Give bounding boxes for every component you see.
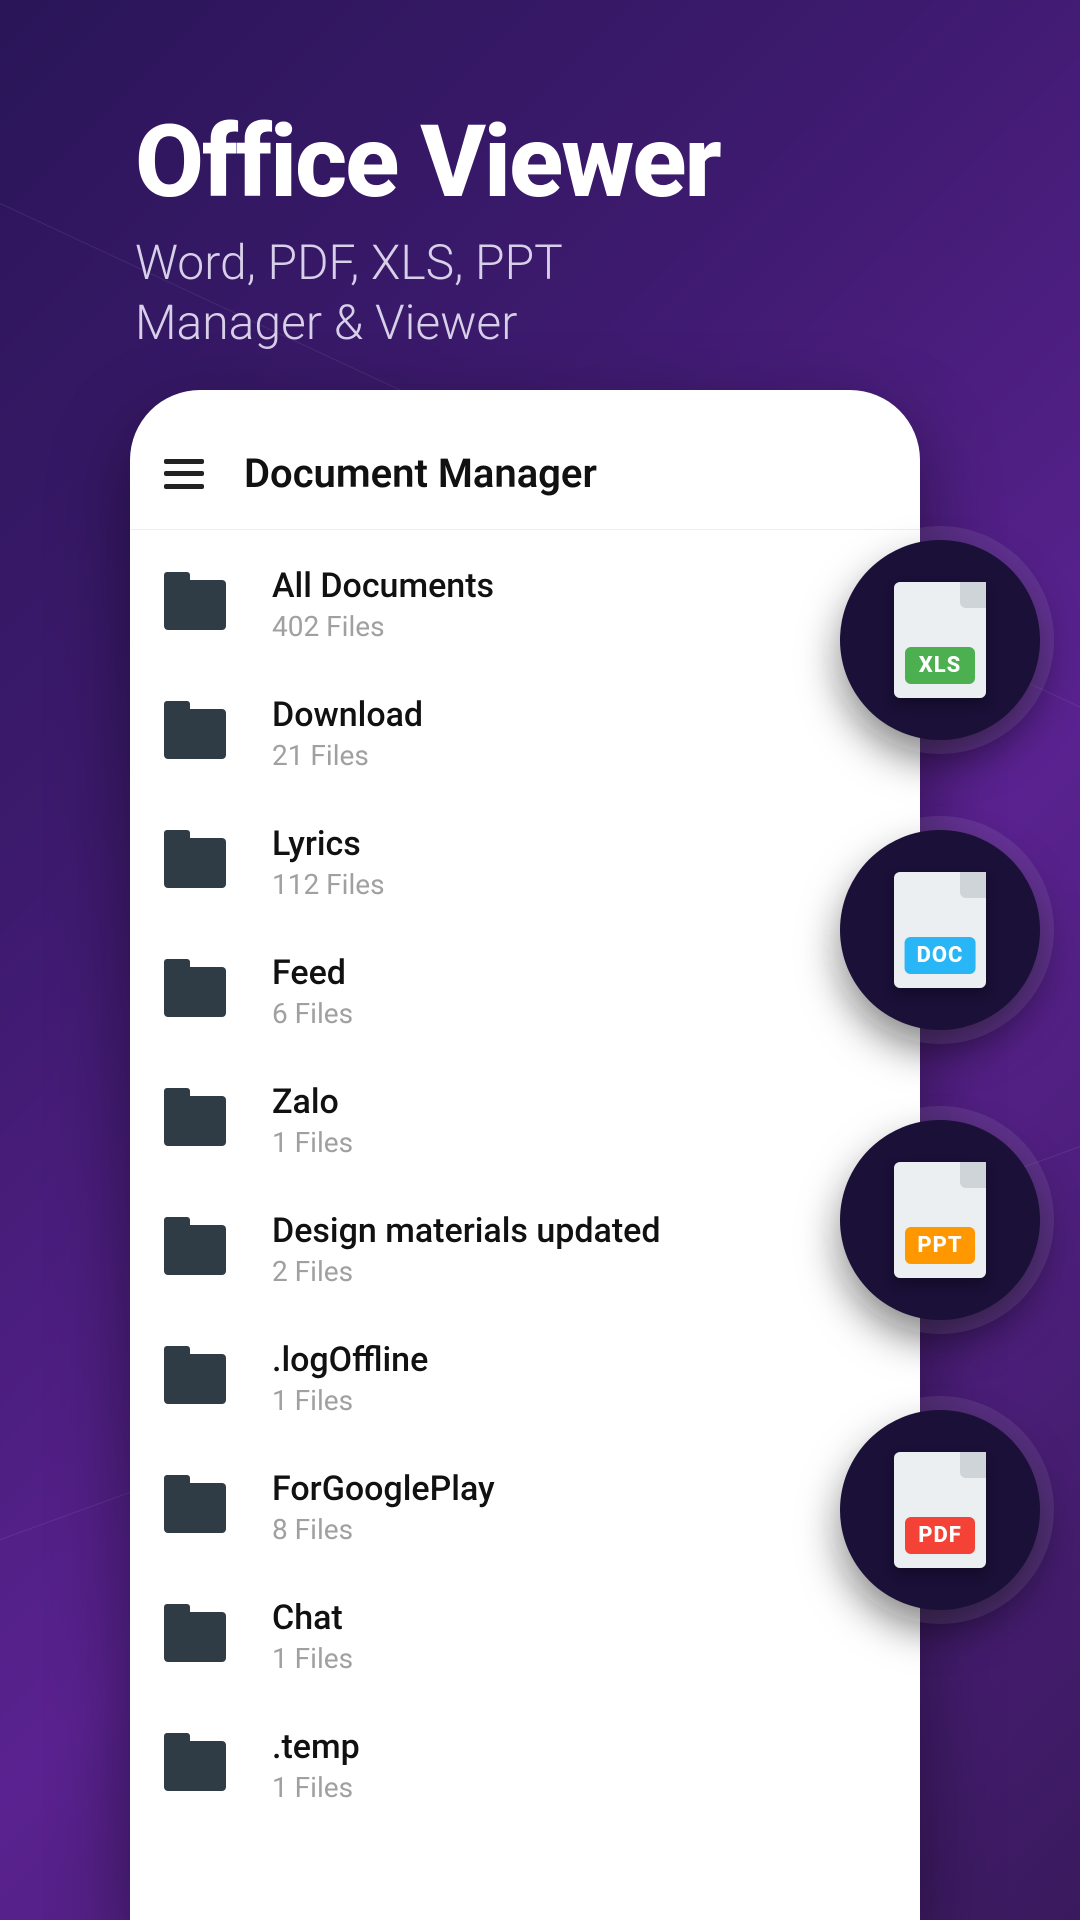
- file-icon: DOC: [894, 872, 986, 988]
- folder-sub: 2 Files: [272, 1255, 661, 1288]
- folder-icon: [164, 1612, 226, 1662]
- file-type-label: PDF: [905, 1517, 975, 1554]
- folder-name: Zalo: [272, 1082, 353, 1122]
- ppt-badge: PPT: [840, 1120, 1040, 1320]
- folder-row[interactable]: All Documents 402 Files: [130, 540, 920, 669]
- folder-sub: 1 Files: [272, 1642, 353, 1675]
- file-icon: PDF: [894, 1452, 986, 1568]
- folder-text: ForGooglePlay 8 Files: [272, 1469, 495, 1546]
- doc-badge: DOC: [840, 830, 1040, 1030]
- folder-icon: [164, 1354, 226, 1404]
- pdf-badge: PDF: [840, 1410, 1040, 1610]
- folder-text: Design materials updated 2 Files: [272, 1211, 661, 1288]
- file-icon: PPT: [894, 1162, 986, 1278]
- folder-row[interactable]: .logOffline 1 Files: [130, 1314, 920, 1443]
- folder-name: .temp: [272, 1727, 360, 1767]
- folder-row[interactable]: Design materials updated 2 Files: [130, 1185, 920, 1314]
- folder-name: .logOffline: [272, 1340, 428, 1380]
- hero-title: Office Viewer: [135, 110, 720, 215]
- folder-list: All Documents 402 Files Download 21 File…: [130, 530, 920, 1830]
- file-type-label: XLS: [905, 647, 975, 684]
- folder-sub: 1 Files: [272, 1126, 353, 1159]
- file-type-badges: XLS DOC PPT PDF: [840, 540, 1040, 1610]
- folder-text: All Documents 402 Files: [272, 566, 494, 643]
- folder-text: .logOffline 1 Files: [272, 1340, 428, 1417]
- folder-row[interactable]: ForGooglePlay 8 Files: [130, 1443, 920, 1572]
- folder-name: Chat: [272, 1598, 353, 1638]
- phone-frame: Document Manager All Documents 402 Files…: [130, 390, 920, 1920]
- folder-sub: 21 Files: [272, 739, 423, 772]
- folder-sub: 112 Files: [272, 868, 385, 901]
- folder-text: Zalo 1 Files: [272, 1082, 353, 1159]
- folder-icon: [164, 838, 226, 888]
- folder-icon: [164, 1225, 226, 1275]
- folder-name: Download: [272, 695, 423, 735]
- folder-text: Feed 6 Files: [272, 953, 353, 1030]
- folder-icon: [164, 1741, 226, 1791]
- folder-sub: 1 Files: [272, 1771, 360, 1804]
- folder-row[interactable]: .temp 1 Files: [130, 1701, 920, 1830]
- folder-name: ForGooglePlay: [272, 1469, 495, 1509]
- folder-icon: [164, 580, 226, 630]
- folder-text: Chat 1 Files: [272, 1598, 353, 1675]
- hero-subtitle: Word, PDF, XLS, PPT Manager & Viewer: [135, 233, 720, 353]
- folder-sub: 402 Files: [272, 610, 494, 643]
- folder-row[interactable]: Download 21 Files: [130, 669, 920, 798]
- folder-icon: [164, 1483, 226, 1533]
- file-type-label: PPT: [905, 1227, 975, 1264]
- hero: Office Viewer Word, PDF, XLS, PPT Manage…: [135, 110, 720, 353]
- folder-row[interactable]: Chat 1 Files: [130, 1572, 920, 1701]
- app-bar: Document Manager: [130, 390, 920, 530]
- folder-sub: 1 Files: [272, 1384, 428, 1417]
- folder-name: All Documents: [272, 566, 494, 606]
- folder-name: Lyrics: [272, 824, 385, 864]
- folder-icon: [164, 1096, 226, 1146]
- folder-row[interactable]: Zalo 1 Files: [130, 1056, 920, 1185]
- menu-icon[interactable]: [164, 459, 204, 489]
- app-bar-title: Document Manager: [244, 450, 597, 497]
- folder-name: Feed: [272, 953, 353, 993]
- folder-icon: [164, 967, 226, 1017]
- folder-sub: 8 Files: [272, 1513, 495, 1546]
- folder-text: Download 21 Files: [272, 695, 423, 772]
- folder-sub: 6 Files: [272, 997, 353, 1030]
- file-type-label: DOC: [905, 937, 976, 974]
- folder-name: Design materials updated: [272, 1211, 661, 1251]
- folder-row[interactable]: Feed 6 Files: [130, 927, 920, 1056]
- xls-badge: XLS: [840, 540, 1040, 740]
- folder-icon: [164, 709, 226, 759]
- folder-row[interactable]: Lyrics 112 Files: [130, 798, 920, 927]
- folder-text: Lyrics 112 Files: [272, 824, 385, 901]
- file-icon: XLS: [894, 582, 986, 698]
- folder-text: .temp 1 Files: [272, 1727, 360, 1804]
